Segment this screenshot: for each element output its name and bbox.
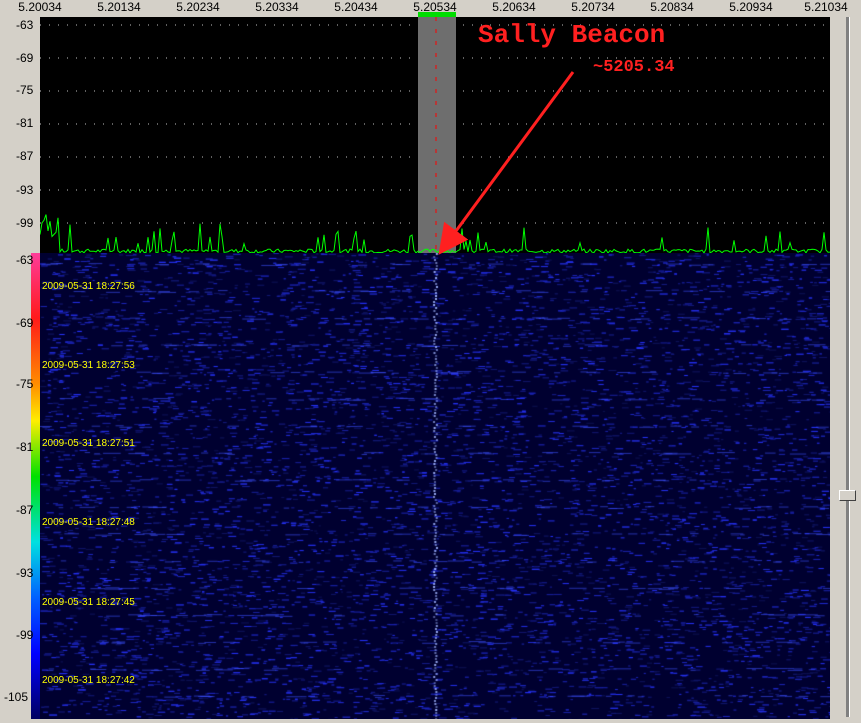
freq-tick-label: 5.21034	[804, 0, 848, 14]
freq-tick-label: 5.20134	[97, 0, 141, 14]
waterfall-y-tick: -105	[4, 690, 29, 704]
spectrum-y-tick: -75	[16, 83, 34, 97]
spectrum-plot[interactable]	[40, 17, 830, 253]
sdr-window: 5.20034 5.20134 5.20234 5.20334 5.20434 …	[0, 0, 861, 723]
timestamp-label: 2009-05-31 18:27:45	[42, 597, 135, 608]
timestamp-label: 2009-05-31 18:27:51	[42, 438, 135, 449]
freq-tick-label: 5.20634	[492, 0, 536, 14]
spectrum-y-tick: -99	[16, 216, 34, 230]
spectrum-y-tick: -69	[16, 51, 34, 65]
selection-handle[interactable]	[418, 12, 456, 17]
timestamp-label: 2009-05-31 18:27:48	[42, 517, 135, 528]
waterfall-y-tick: -69	[16, 316, 34, 330]
waterfall-y-tick: -81	[16, 440, 34, 454]
vertical-slider[interactable]	[838, 17, 857, 717]
freq-tick-label: 5.20834	[650, 0, 694, 14]
freq-tick-label: 5.20734	[571, 0, 615, 14]
annotation-title: Sally Beacon	[478, 20, 666, 50]
waterfall-y-tick: -93	[16, 566, 34, 580]
timestamp-label: 2009-05-31 18:27:42	[42, 675, 135, 686]
freq-tick-label: 5.20334	[255, 0, 299, 14]
waterfall-y-tick: -87	[16, 503, 34, 517]
timestamp-label: 2009-05-31 18:27:53	[42, 360, 135, 371]
timestamp-label: 2009-05-31 18:27:56	[42, 281, 135, 292]
slider-track	[846, 17, 850, 717]
selection-band[interactable]	[418, 17, 456, 253]
waterfall-y-tick: -63	[16, 253, 34, 267]
waterfall-y-tick: -75	[16, 377, 34, 391]
annotation-frequency: ~5205.34	[593, 58, 675, 77]
freq-tick-label: 5.20434	[334, 0, 378, 14]
freq-tick-label: 5.20034	[18, 0, 62, 14]
slider-thumb[interactable]	[839, 490, 856, 501]
spectrum-y-tick: -87	[16, 149, 34, 163]
spectrum-y-tick: -93	[16, 183, 34, 197]
freq-tick-label: 5.20934	[729, 0, 773, 14]
waterfall-y-tick: -99	[16, 628, 34, 642]
spectrum-y-tick: -81	[16, 116, 34, 130]
spectrum-y-tick: -63	[16, 18, 34, 32]
waterfall-display[interactable]	[40, 253, 830, 719]
freq-tick-label: 5.20234	[176, 0, 220, 14]
